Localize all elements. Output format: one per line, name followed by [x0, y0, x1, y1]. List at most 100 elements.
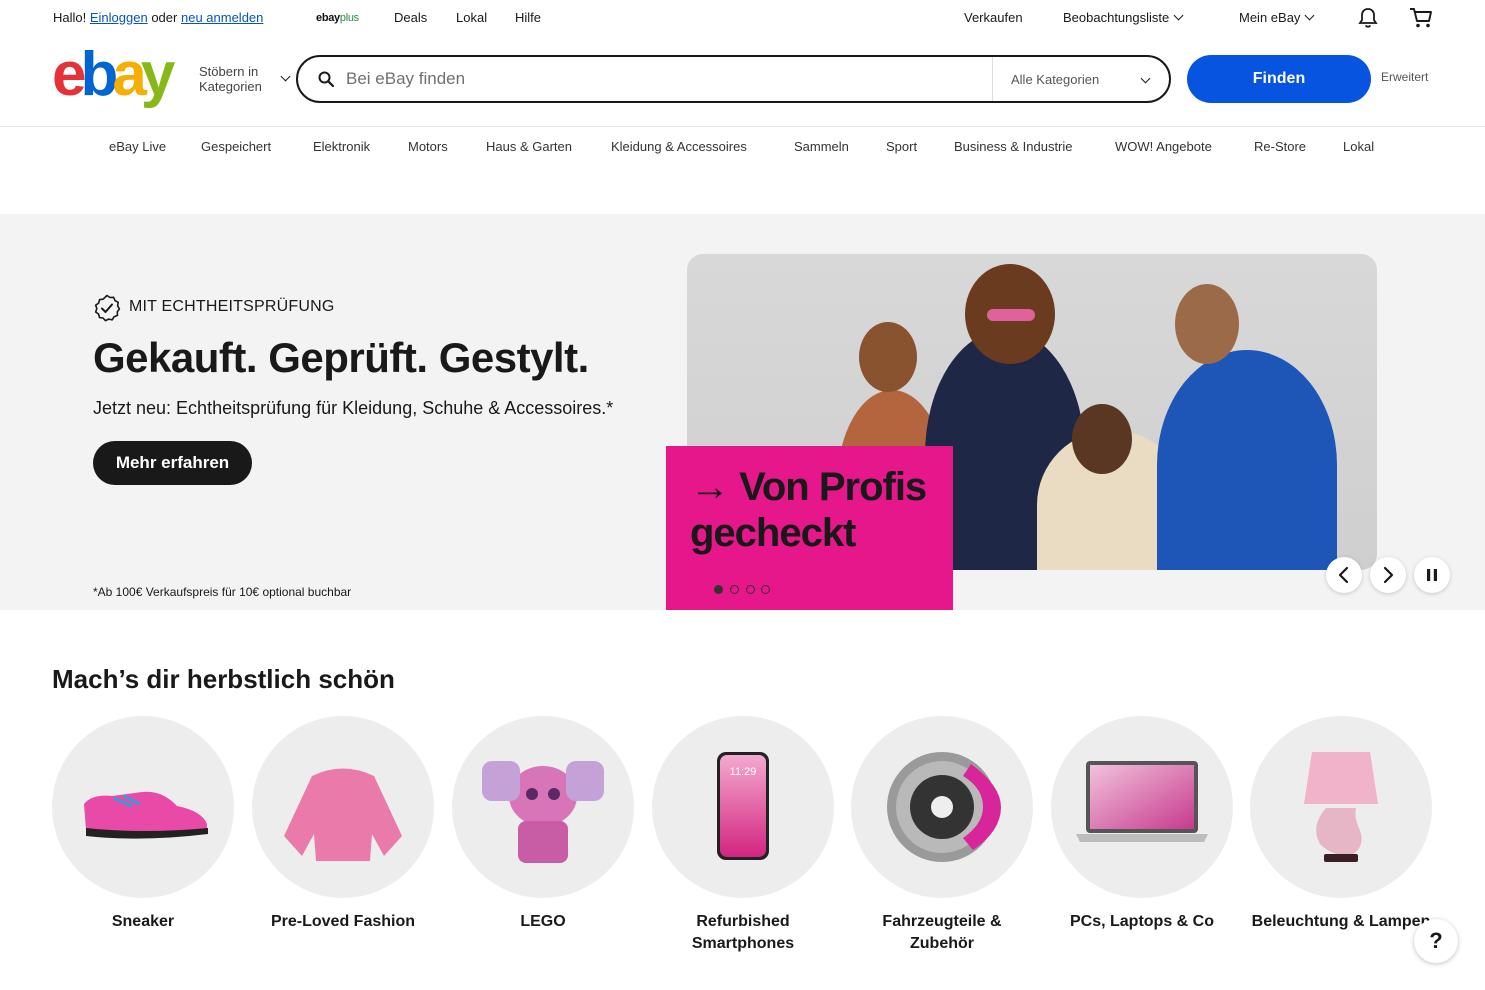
chevron-down-icon	[1140, 73, 1151, 84]
logo-letter-y: y	[140, 40, 176, 109]
nav-item-electronics[interactable]: Elektronik	[313, 139, 370, 154]
search-icon	[318, 71, 334, 87]
greeting-label: Hallo!	[53, 10, 87, 25]
category-select[interactable]: Alle Kategorien	[992, 57, 1169, 101]
tile-image	[1051, 716, 1233, 898]
arrow-right-icon: →	[690, 465, 730, 509]
browse-categories-button[interactable]: Stöbern in Kategorien	[199, 64, 262, 94]
category-tile-sneaker[interactable]: Sneaker	[52, 716, 234, 933]
phone-time: 11:29	[729, 766, 757, 778]
logo-letter-a: a	[112, 40, 147, 109]
section-title: Mach’s dir herbstlich schön	[52, 664, 395, 694]
sneaker-icon	[84, 791, 208, 839]
nav-item-motors[interactable]: Motors	[408, 139, 448, 154]
browse-line-1: Stöbern in	[199, 64, 259, 79]
nav-item-business[interactable]: Business & Industrie	[954, 139, 1073, 154]
verified-check-icon	[94, 294, 121, 322]
tile-label-line-2: Smartphones	[691, 935, 795, 952]
category-tile-refurbished-smartphones[interactable]: 11:29 Refurbished Smartphones	[652, 716, 834, 955]
promo-card: → Von Profis gecheckt	[666, 446, 953, 610]
tile-image	[1250, 716, 1432, 898]
tile-label-line-1: LEGO	[520, 913, 566, 930]
tile-image	[252, 716, 434, 898]
search-input[interactable]	[346, 63, 986, 95]
nav-item-re-store[interactable]: Re-Store	[1254, 139, 1306, 154]
search-bar: Alle Kategorien	[296, 55, 1171, 103]
carousel-dot[interactable]	[746, 585, 755, 594]
nav-item-fashion[interactable]: Kleidung & Accessoires	[611, 139, 747, 154]
tile-label-line-1: Pre-Loved Fashion	[270, 913, 416, 930]
cart-icon[interactable]	[1409, 7, 1433, 32]
advanced-search-link[interactable]: Erweitert	[1381, 70, 1428, 84]
model-head	[1072, 404, 1132, 474]
nav-item-saved[interactable]: Gespeichert	[201, 139, 271, 154]
tile-label: PCs, Laptops & Co	[1051, 911, 1233, 933]
hero-subtitle: Jetzt neu: Echtheitsprüfung für Kleidung…	[93, 398, 614, 418]
register-link[interactable]: neu anmelden	[181, 10, 263, 25]
learn-more-button[interactable]: Mehr erfahren	[93, 441, 252, 485]
tile-label: Fahrzeugteile & Zubehör	[851, 911, 1033, 955]
category-tile-preloved-fashion[interactable]: Pre-Loved Fashion	[252, 716, 434, 933]
my-ebay-label: Mein eBay	[1239, 10, 1301, 25]
category-tile-pcs-laptops[interactable]: PCs, Laptops & Co	[1051, 716, 1233, 933]
local-link[interactable]: Lokal	[456, 10, 487, 25]
browse-line-2: Kategorien	[199, 79, 262, 94]
hero-footnote: *Ab 100€ Verkaufspreis für 10€ optional …	[93, 585, 352, 599]
sunglasses	[987, 309, 1035, 321]
chevron-down-icon	[280, 71, 291, 82]
promo-line-2: gecheckt	[690, 511, 856, 555]
deals-link[interactable]: Deals	[394, 10, 427, 25]
nav-item-home-garden[interactable]: Haus & Garten	[486, 139, 572, 154]
carousel-prev-button[interactable]	[1326, 557, 1362, 593]
category-tile-lego[interactable]: LEGO	[452, 716, 634, 933]
greeting-text: Hallo! Einloggen oder neu anmelden	[53, 10, 263, 25]
model-head	[1175, 284, 1239, 364]
category-select-value: Alle Kategorien	[1011, 72, 1100, 87]
help-button[interactable]: ?	[1414, 919, 1458, 963]
tile-label: Pre-Loved Fashion	[252, 911, 434, 933]
nav-item-wow-deals[interactable]: WOW! Angebote	[1115, 139, 1212, 154]
watchlist-label: Beobachtungsliste	[1063, 10, 1170, 25]
nav-item-ebay-live[interactable]: eBay Live	[109, 139, 166, 154]
sell-link[interactable]: Verkaufen	[964, 10, 1023, 25]
bell-icon[interactable]	[1358, 7, 1378, 32]
ebayplus-plus: plus	[339, 12, 359, 24]
model-head	[859, 322, 917, 392]
badge-label: MIT ECHTHEITSPRÜFUNG	[129, 298, 335, 315]
logo-letter-e: e	[52, 40, 87, 109]
carousel-dot[interactable]	[761, 585, 770, 594]
top-utility-bar: Hallo! Einloggen oder neu anmelden ebayp…	[0, 0, 1485, 36]
chevron-down-icon	[1304, 10, 1315, 21]
nav-item-local[interactable]: Lokal	[1343, 139, 1374, 154]
category-tile-vehicle-parts[interactable]: Fahrzeugteile & Zubehör	[851, 716, 1033, 955]
smartphone-icon	[717, 752, 769, 860]
chevron-right-icon	[1383, 566, 1394, 584]
watchlist-menu[interactable]: Beobachtungsliste	[1063, 10, 1184, 25]
logo-letter-b: b	[80, 40, 118, 109]
brake-disc-icon	[887, 752, 1001, 862]
model-figure	[1157, 350, 1337, 570]
login-link[interactable]: Einloggen	[90, 10, 148, 25]
lamp-icon	[1304, 752, 1378, 862]
category-tile-lighting[interactable]: Beleuchtung & Lampen	[1250, 716, 1432, 933]
carousel-dot[interactable]	[730, 585, 739, 594]
carousel-next-button[interactable]	[1370, 557, 1406, 593]
help-link[interactable]: Hilfe	[515, 10, 541, 25]
tile-label-line-1: Refurbished	[696, 913, 790, 930]
tile-label-line-1: Fahrzeugteile &	[882, 913, 1002, 930]
category-nav: eBay Live Gespeichert Elektronik Motors …	[0, 139, 1485, 159]
tile-image: 11:29	[652, 716, 834, 898]
carousel-dot[interactable]	[714, 585, 723, 594]
nav-item-collectibles[interactable]: Sammeln	[794, 139, 849, 154]
tile-label: LEGO	[452, 911, 634, 933]
find-button[interactable]: Finden	[1187, 55, 1371, 103]
ebay-logo[interactable]: ebay	[52, 44, 182, 106]
nav-item-sport[interactable]: Sport	[886, 139, 917, 154]
ebayplus-link[interactable]: ebayplus	[316, 12, 359, 24]
carousel-pause-button[interactable]	[1414, 557, 1450, 593]
tile-label-line-1: Beleuchtung & Lampen	[1251, 913, 1431, 930]
my-ebay-menu[interactable]: Mein eBay	[1239, 10, 1315, 25]
lego-figure-icon	[482, 761, 604, 863]
laptop-icon	[1076, 761, 1208, 842]
tile-image	[452, 716, 634, 898]
